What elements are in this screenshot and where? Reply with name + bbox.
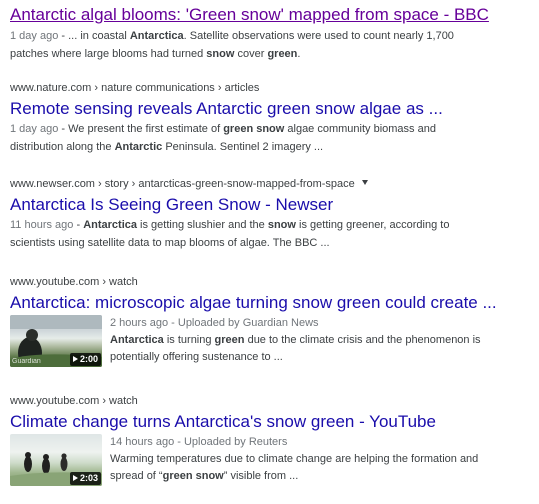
play-icon [72,356,78,362]
snippet-text: Peninsula. Sentinel 2 imagery ... [162,141,324,153]
result-title-link[interactable]: Antarctica: microscopic algae turning sn… [10,292,535,313]
snippet-highlight: Antarctica [110,334,164,346]
snippet-text: scientists using satellite data to map b… [10,237,330,249]
result-title-link[interactable]: Antarctica Is Seeing Green Snow - Newser [10,194,535,215]
play-icon [72,475,78,481]
video-thumbnail[interactable]: 2:03 [10,434,102,486]
video-duration-badge: 2:03 [69,472,101,485]
result-date: 1 day ago [10,30,59,42]
result-url-breadcrumb: www.nature.com › nature communications ›… [10,82,260,94]
video-result: www.youtube.com › watch Climate change t… [10,394,535,486]
result-title-link[interactable]: Remote sensing reveals Antarctic green s… [10,98,535,119]
video-row: 2:03 14 hours ago - Uploaded by Reuters … [10,434,535,486]
snippet-text: is turning [163,334,215,346]
snippet-highlight: green snow [162,470,224,482]
snippet-text: - ... in coastal [58,30,130,42]
result-menu-arrow-icon[interactable] [361,180,368,185]
snippet-highlight: Antarctica [83,219,137,231]
snippet-highlight: green [267,48,298,60]
result-snippet: Warming temperatures due to climate chan… [110,451,478,485]
snippet-highlight: Antarctica [129,30,184,42]
snippet-text: is getting slushier and the [136,219,268,231]
video-thumbnail[interactable]: Guardian 2:00 [10,315,102,367]
video-duration-badge: 2:00 [69,353,101,366]
video-meta: 2 hours ago - Uploaded by Guardian News [110,317,319,329]
snippet-text: patches where large blooms had turned [10,48,207,60]
search-result: Antarctic algal blooms: 'Green snow' map… [10,4,535,63]
snippet-text: . [297,48,301,60]
result-url-breadcrumb: www.youtube.com › watch [10,276,138,288]
snippet-highlight: snow [206,48,235,60]
snippet-text: spread of “ [110,470,163,482]
result-date: 11 hours ago [10,219,74,231]
result-snippet: 1 day ago - ... in coastal Antarctica. S… [10,27,535,63]
snippet-highlight: snow [267,219,296,231]
snippet-highlight: green snow [223,123,285,135]
snippet-text: cover [234,48,268,60]
snippet-text: ” visible from ... [223,470,299,482]
video-meta: 14 hours ago - Uploaded by Reuters [110,436,288,448]
video-row: Guardian 2:00 2 hours ago - Uploaded by … [10,315,535,367]
result-title-link[interactable]: Antarctic algal blooms: 'Green snow' map… [10,4,535,25]
snippet-text: potentially offering sustenance to ... [110,351,283,363]
snippet-text: . Satellite observations were used to co… [183,30,454,42]
video-result: www.youtube.com › watch Antarctica: micr… [10,275,535,367]
result-date: 1 day ago [10,123,59,135]
result-snippet: 11 hours ago - Antarctica is getting slu… [10,216,535,252]
snippet-text: - We present the first estimate of [58,123,224,135]
snippet-highlight: Antarctic [114,141,163,153]
result-snippet: 1 day ago - We present the first estimat… [10,120,535,156]
video-text: 2 hours ago - Uploaded by Guardian News … [110,315,481,367]
search-result: www.nature.com › nature communications ›… [10,81,535,156]
result-snippet: Antarctica is turning green due to the c… [110,332,481,366]
snippet-text: Warming temperatures due to climate chan… [110,453,479,465]
snippet-text: due to the climate crisis and the phenom… [244,334,481,346]
result-title-link[interactable]: Climate change turns Antarctica's snow g… [10,411,535,432]
video-text: 14 hours ago - Uploaded by Reuters Warmi… [110,434,478,486]
result-url-breadcrumb: www.youtube.com › watch [10,395,138,407]
snippet-text: algae community biomass and [284,123,436,135]
search-result: www.newser.com › story › antarcticas-gre… [10,177,535,252]
result-url-breadcrumb: www.newser.com › story › antarcticas-gre… [10,177,535,191]
snippet-text: is getting greener, according to [295,219,450,231]
thumbnail-watermark: Guardian [12,358,41,365]
snippet-text: distribution along the [10,141,115,153]
snippet-text: - [73,219,84,231]
snippet-highlight: green [214,334,245,346]
